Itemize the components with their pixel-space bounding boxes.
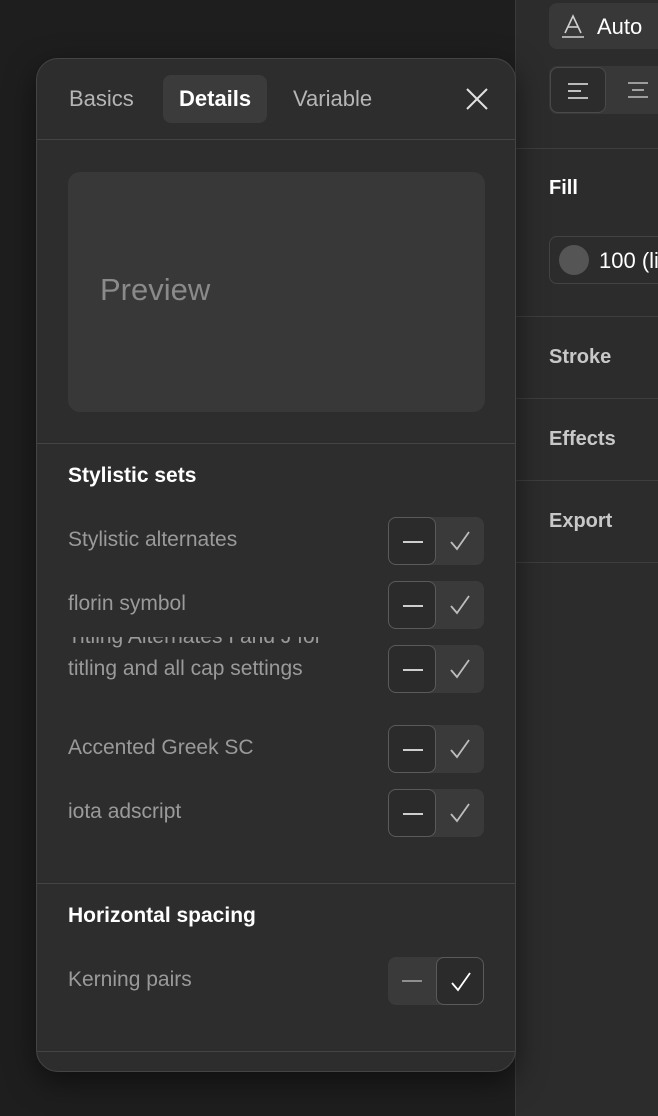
toggle-on-option[interactable] [436,957,484,1005]
feature-toggle [388,645,484,693]
text-auto-icon [562,14,584,38]
check-icon [450,595,470,615]
feature-toggle [388,725,484,773]
check-icon [450,531,470,551]
type-details-modal: Basics Details Variable Preview Stylisti… [36,58,516,1072]
dash-icon [403,749,423,751]
modal-divider [37,443,515,444]
align-center-button[interactable] [609,67,658,113]
toggle-on-option[interactable] [436,581,484,629]
dash-icon [403,669,423,671]
modal-divider [37,1051,515,1052]
modal-divider [37,139,515,140]
toggle-off-option[interactable] [388,789,436,837]
feature-label: Stylistic alternates [68,528,238,551]
panel-divider [516,480,658,481]
check-icon [450,739,470,759]
feature-label-clip: Titling Alternates I and J for titling a… [68,637,368,697]
stroke-heading[interactable]: Stroke [549,346,611,369]
toggle-off-option[interactable] [388,645,436,693]
text-align-group [549,66,658,114]
panel-divider [516,148,658,149]
properties-panel: Auto Fill 100 (li Stroke Effects Export [515,0,658,1116]
export-heading[interactable]: Export [549,510,612,533]
tab-variable[interactable]: Variable [281,75,384,123]
feature-label: iota adscript [68,800,182,823]
toggle-on-option[interactable] [436,725,484,773]
feature-toggle [388,581,484,629]
feature-toggle [388,957,484,1005]
tab-details[interactable]: Details [163,75,268,123]
auto-resize-button[interactable]: Auto [549,3,658,49]
toggle-off-option[interactable] [388,957,436,1005]
panel-divider [516,562,658,563]
toggle-off-option[interactable] [388,725,436,773]
toggle-off-option[interactable] [388,517,436,565]
align-left-button[interactable] [550,67,606,113]
close-icon [466,88,488,110]
close-button[interactable] [461,83,493,115]
toggle-on-option[interactable] [436,645,484,693]
feature-toggle [388,517,484,565]
auto-resize-label: Auto [597,14,643,39]
check-icon [451,972,471,992]
section-title-horizontal-spacing: Horizontal spacing [68,904,256,927]
check-icon [450,803,470,823]
fill-value: 100 (li [599,248,658,273]
section-title-stylistic-sets: Stylistic sets [68,464,197,487]
feature-label: Titling Alternates I and J for titling a… [68,637,322,680]
dash-icon [403,605,423,607]
toggle-on-option[interactable] [436,517,484,565]
panel-divider [516,398,658,399]
dash-icon [403,541,423,543]
feature-toggle [388,789,484,837]
feature-label: Kerning pairs [68,968,192,991]
font-preview: Preview [68,172,485,412]
align-left-icon [568,83,588,99]
effects-heading[interactable]: Effects [549,428,616,451]
feature-label: Accented Greek SC [68,736,254,759]
modal-divider [37,883,515,884]
fill-color-swatch[interactable] [559,245,589,275]
tab-basics[interactable]: Basics [57,75,146,123]
align-center-icon [628,82,648,98]
dash-icon [402,980,422,982]
preview-text: Preview [100,272,211,307]
check-icon [450,659,470,679]
fill-field[interactable]: 100 (li [549,236,658,284]
fill-heading: Fill [549,177,578,199]
dash-icon [403,813,423,815]
panel-divider [516,316,658,317]
toggle-on-option[interactable] [436,789,484,837]
toggle-off-option[interactable] [388,581,436,629]
feature-label: florin symbol [68,592,186,615]
